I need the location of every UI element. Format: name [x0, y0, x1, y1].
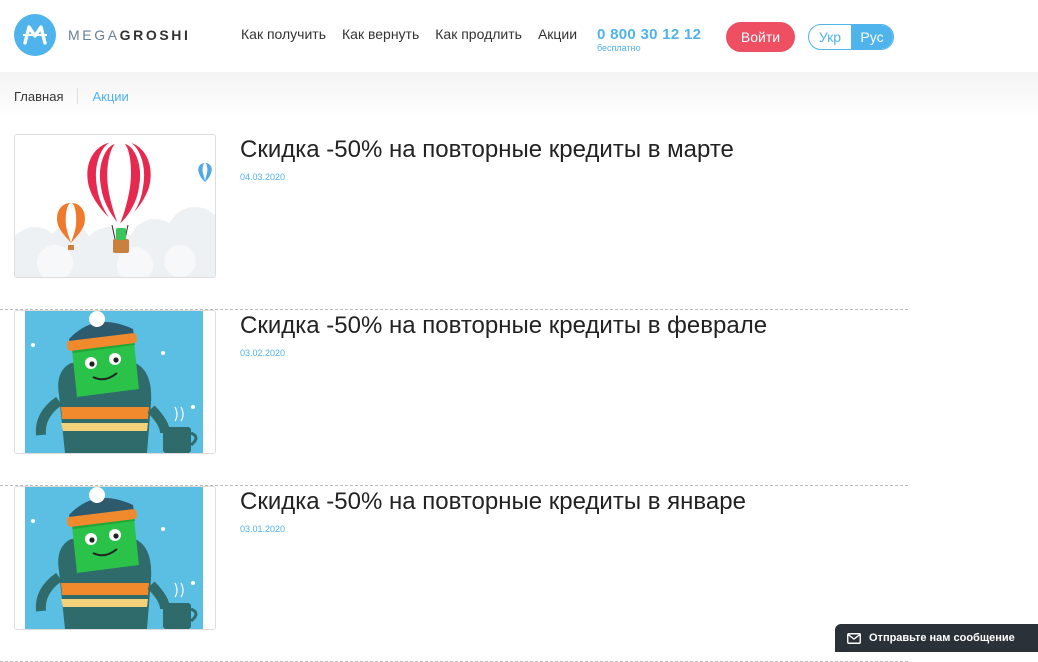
breadcrumb-divider: [77, 88, 79, 104]
nav-how-to-extend[interactable]: Как продлить: [435, 26, 522, 42]
nav-promotions[interactable]: Акции: [538, 26, 577, 42]
phone-number[interactable]: 0 800 30 12 12: [597, 27, 701, 42]
login-button[interactable]: Войти: [726, 22, 795, 52]
promo-date: 03.01.2020: [240, 524, 286, 534]
nav-how-to-get[interactable]: Как получить: [241, 26, 326, 42]
promo-title[interactable]: Скидка -50% на повторные кредиты в марте: [240, 136, 734, 164]
envelope-icon: [847, 632, 861, 644]
main-nav: Как получить Как вернуть Как продлить Ак…: [241, 26, 593, 42]
promo-item: Скидка -50% на повторные кредиты в февра…: [0, 310, 908, 486]
promo-title[interactable]: Скидка -50% на повторные кредиты в январ…: [240, 488, 746, 516]
breadcrumb-current: Акции: [92, 88, 129, 104]
logo-text-bold: GROSHI: [119, 27, 191, 43]
phone-note: бесплатно: [597, 43, 641, 53]
logo-m-icon: [14, 14, 56, 56]
logo-text-light: MEGA: [68, 27, 120, 43]
promo-date: 03.02.2020: [240, 348, 286, 358]
chat-label: Отправьте нам сообщение: [869, 632, 1015, 644]
nav-how-to-return[interactable]: Как вернуть: [342, 26, 419, 42]
site-header: MEGAGROSHI Как получить Как вернуть Как …: [0, 0, 1038, 72]
lang-option-ukr[interactable]: Укр: [809, 25, 851, 49]
promo-title[interactable]: Скидка -50% на повторные кредиты в февра…: [240, 312, 767, 340]
promo-image-mascot[interactable]: [14, 486, 216, 630]
breadcrumb-home[interactable]: Главная: [14, 89, 63, 104]
promo-item: Скидка -50% на повторные кредиты в январ…: [0, 486, 908, 662]
promo-date: 04.03.2020: [240, 172, 286, 182]
chat-widget-button[interactable]: Отправьте нам сообщение: [835, 624, 1038, 652]
promo-image-balloons[interactable]: [14, 134, 216, 278]
hotline: 0 800 30 12 12 бесплатно: [597, 27, 701, 53]
lang-option-rus[interactable]: Рус: [851, 25, 893, 49]
promo-item: Скидка -50% на повторные кредиты в марте…: [0, 134, 908, 310]
language-switcher: Укр Рус: [808, 24, 894, 50]
breadcrumb: Главная Акции: [14, 88, 129, 104]
site-logo[interactable]: MEGAGROSHI: [14, 14, 190, 56]
logo-text: MEGAGROSHI: [68, 27, 190, 43]
breadcrumb-band: Главная Акции: [0, 72, 1038, 118]
promo-image-mascot[interactable]: [14, 310, 216, 454]
